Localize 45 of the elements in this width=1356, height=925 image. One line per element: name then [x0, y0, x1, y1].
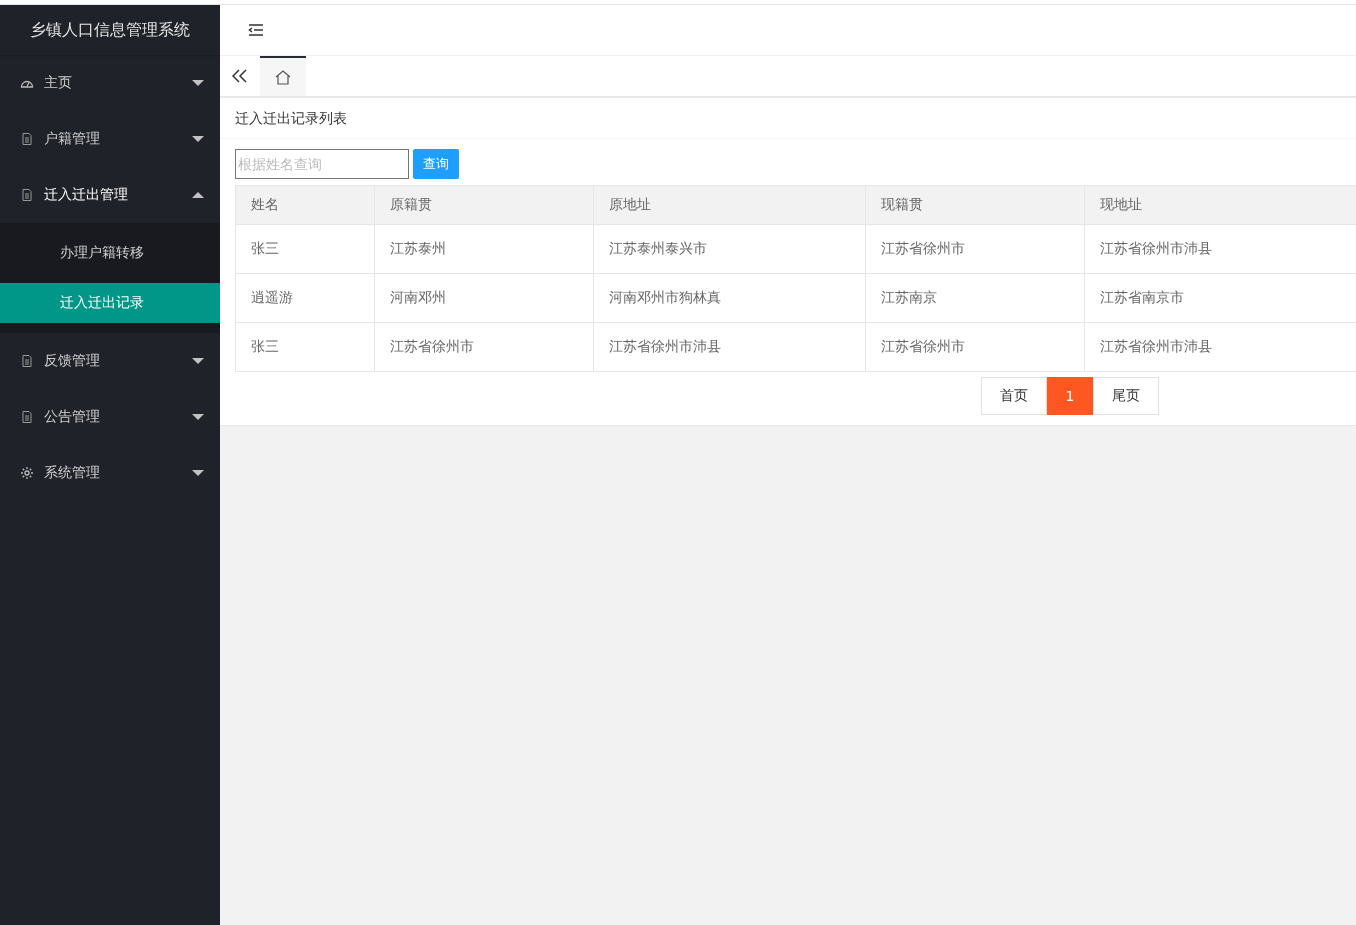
first-page-link[interactable]: 首页 [980, 377, 1047, 415]
column-header: 原地址 [593, 185, 866, 225]
menu-item[interactable]: 迁入迁出管理 [0, 167, 220, 223]
card-title: 迁入迁出记录列表 [220, 98, 1356, 139]
table-cell: 江苏南京 [865, 273, 1085, 323]
table-cell: 河南邓州 [374, 273, 594, 323]
column-header: 现地址 [1084, 185, 1356, 225]
table-cell: 江苏省徐州市沛县 [593, 322, 866, 372]
table-cell: 逍遥游 [235, 273, 375, 323]
home-tab[interactable] [260, 56, 306, 96]
document-icon [20, 188, 34, 202]
search-field[interactable]: 根据姓名查询 [235, 149, 409, 179]
caret-icon [192, 470, 204, 476]
menu-item[interactable]: 系统管理 [0, 445, 220, 501]
table-cell: 张三 [235, 224, 375, 274]
app-title: 乡镇人口信息管理系统 [0, 5, 220, 55]
caret-icon [192, 192, 204, 198]
home-icon [275, 69, 291, 85]
table-cell: 张三 [235, 322, 375, 372]
menu-item[interactable]: 公告管理 [0, 389, 220, 445]
caret-icon [192, 80, 204, 86]
document-icon [20, 132, 34, 146]
caret-icon [192, 414, 204, 420]
double-chevron-icon[interactable] [232, 69, 248, 83]
document-icon [20, 354, 34, 368]
menu-icon[interactable] [248, 23, 264, 37]
column-header: 现籍贯 [865, 185, 1085, 225]
column-header: 原籍贯 [374, 185, 594, 225]
submenu-item[interactable]: 办理户籍转移 [0, 223, 220, 283]
caret-icon [192, 136, 204, 142]
table-cell: 江苏省徐州市 [865, 322, 1085, 372]
last-page-link[interactable]: 尾页 [1093, 377, 1160, 415]
table-cell: 江苏省徐州市 [374, 322, 594, 372]
document-icon [20, 410, 34, 424]
column-header: 姓名 [235, 185, 375, 225]
table-cell: 江苏省徐州市 [865, 224, 1085, 274]
table-cell: 江苏泰州 [374, 224, 594, 274]
menu-item[interactable]: 反馈管理 [0, 333, 220, 389]
submenu-item[interactable]: 迁入迁出记录 [0, 283, 220, 323]
table-cell: 河南邓州市狗林真 [593, 273, 866, 323]
caret-icon [192, 358, 204, 364]
settings-icon [20, 466, 34, 480]
menu-item[interactable]: 户籍管理 [0, 111, 220, 167]
table-cell: 江苏泰州泰兴市 [593, 224, 866, 274]
menu-item[interactable]: 主页 [0, 55, 220, 111]
